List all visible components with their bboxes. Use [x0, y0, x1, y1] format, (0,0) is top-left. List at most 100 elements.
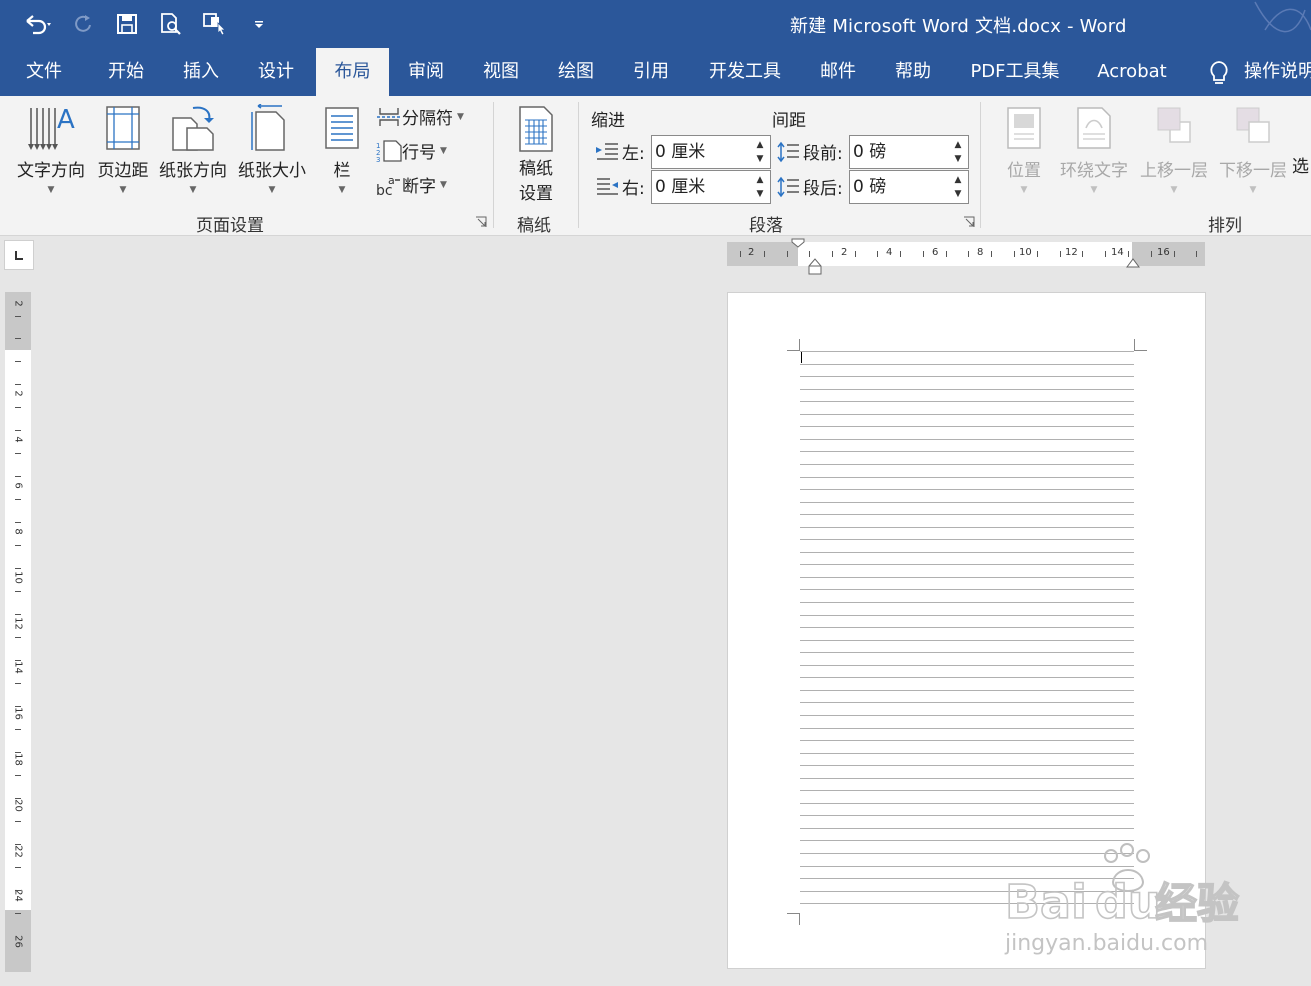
tab-home[interactable]: 开始 — [90, 48, 162, 96]
ruler-label: 2 — [841, 247, 848, 258]
chevron-down-icon: ▼ — [119, 185, 127, 195]
hanging-indent-marker-icon[interactable] — [808, 257, 822, 275]
breaks-button[interactable]: 分隔符 ▼ — [376, 104, 464, 129]
ruled-line — [800, 815, 1134, 817]
spinner-arrows-icon[interactable]: ▲ ▼ — [754, 173, 766, 201]
tab-acrobat[interactable]: Acrobat — [1090, 48, 1174, 96]
title-bar: 新建 Microsoft Word 文档.docx - Word — [0, 0, 1311, 48]
bring-forward-button[interactable]: 上移一层 ▼ — [1136, 104, 1212, 195]
selection-pane-button[interactable]: 选 — [1292, 148, 1311, 177]
manuscript-setup-button[interactable]: 稿纸 设置 — [506, 104, 566, 204]
ruler-label: 8 — [12, 528, 24, 535]
tab-pdf-tools[interactable]: PDF工具集 — [964, 48, 1066, 96]
ruled-line — [800, 351, 1134, 352]
ruled-line — [800, 514, 1134, 516]
redo-button[interactable] — [66, 10, 100, 38]
ruler-label: 6 — [932, 247, 939, 258]
spacing-after-input[interactable]: 0 磅 ▲ ▼ — [849, 170, 969, 204]
chevron-down-icon: ▼ — [189, 185, 197, 195]
hyphenation-button[interactable]: bc a 断字 ▼ — [376, 172, 447, 198]
breaks-label: 分隔符 — [402, 109, 453, 129]
indent-left-input[interactable]: 0 厘米 ▲ ▼ — [651, 135, 771, 169]
tab-selector[interactable] — [4, 240, 34, 270]
tab-design[interactable]: 设计 — [240, 48, 312, 96]
size-button[interactable]: 纸张大小 ▼ — [232, 104, 312, 195]
wrap-text-icon — [1077, 107, 1111, 149]
ruled-line — [800, 790, 1134, 792]
ruled-line — [800, 752, 1134, 754]
tab-file[interactable]: 文件 — [8, 48, 80, 96]
ruler-label: 16 — [1157, 247, 1170, 258]
group-separator — [493, 102, 494, 228]
chevron-down-icon: ▼ — [1020, 185, 1028, 195]
paragraph-group-label: 段落 — [749, 216, 783, 236]
chevron-down-icon: ▼ — [47, 185, 55, 195]
spinner-arrows-icon[interactable]: ▲ ▼ — [754, 138, 766, 166]
position-icon — [1007, 107, 1041, 149]
line-numbers-button[interactable]: 1 2 3 行号 ▼ — [376, 138, 447, 163]
dialog-launcher-icon[interactable] — [963, 216, 975, 228]
dialog-launcher-icon[interactable] — [475, 216, 487, 228]
orientation-icon — [172, 106, 214, 151]
print-preview-button[interactable] — [154, 10, 188, 38]
margins-button[interactable]: 页边距 ▼ — [92, 104, 154, 195]
ruler-label: 12 — [1065, 247, 1078, 258]
vertical-ruler[interactable]: 2 2 4 6 8 10 12 14 16 18 20 22 24 26 — [5, 292, 31, 972]
indent-right-input[interactable]: 0 厘米 ▲ ▼ — [651, 170, 771, 204]
tab-review[interactable]: 审阅 — [390, 48, 462, 96]
arrange-group-label: 排列 — [1208, 216, 1242, 236]
chevron-down-icon: ▼ — [268, 185, 276, 195]
orientation-button[interactable]: 纸张方向 ▼ — [154, 104, 232, 195]
customize-qat-button[interactable] — [242, 10, 276, 38]
tab-references[interactable]: 引用 — [615, 48, 687, 96]
spacing-after-row: 段后: — [776, 174, 843, 199]
watermark-brand-2: du — [1095, 875, 1161, 929]
manuscript-paper-icon — [519, 106, 553, 152]
send-backward-button[interactable]: 下移一层 ▼ — [1214, 104, 1292, 195]
tell-me-search[interactable]: 操作说明 — [1244, 48, 1311, 96]
spinner-arrows-icon[interactable]: ▲ ▼ — [952, 173, 964, 201]
ruled-line — [800, 802, 1134, 804]
spacing-after-label: 段后: — [803, 179, 843, 199]
tab-draw[interactable]: 绘图 — [540, 48, 612, 96]
line-numbers-icon: 1 2 3 — [376, 139, 402, 162]
indent-right-icon — [597, 177, 618, 195]
tab-view[interactable]: 视图 — [465, 48, 537, 96]
spacing-before-input[interactable]: 0 磅 ▲ ▼ — [849, 135, 969, 169]
ruler-label: 26 — [12, 935, 24, 948]
ruled-line — [800, 740, 1134, 742]
margins-label: 页边距 — [97, 161, 149, 181]
tab-insert[interactable]: 插入 — [165, 48, 237, 96]
position-button[interactable]: 位置 ▼ — [1000, 104, 1048, 195]
svg-text:A: A — [57, 105, 75, 135]
tab-developer[interactable]: 开发工具 — [700, 48, 790, 96]
ruler-label: 10 — [1019, 247, 1032, 258]
ruler-label: 2 — [12, 300, 24, 307]
hyphenation-label: 断字 — [402, 177, 436, 197]
window-title: 新建 Microsoft Word 文档.docx - Word — [790, 16, 1127, 37]
tab-layout[interactable]: 布局 — [316, 48, 389, 96]
save-button[interactable] — [110, 10, 144, 38]
touch-mode-button[interactable] — [198, 10, 232, 38]
ruler-label: 14 — [1111, 247, 1124, 258]
columns-button[interactable]: 栏 ▼ — [320, 104, 364, 195]
ruled-line — [800, 388, 1134, 390]
undo-button[interactable] — [22, 10, 56, 38]
indent-title: 缩进 — [591, 111, 625, 131]
text-direction-button[interactable]: A 文字方向 ▼ — [12, 104, 90, 195]
hyphenation-icon: bc a — [376, 174, 400, 196]
indent-right-row: 右: — [595, 174, 645, 199]
ruled-line — [800, 827, 1134, 829]
right-indent-marker-icon[interactable] — [1126, 257, 1140, 269]
ruled-line — [800, 677, 1134, 679]
tab-mailings[interactable]: 邮件 — [805, 48, 871, 96]
decorative-swirl-icon — [1254, 1, 1311, 33]
bring-forward-icon — [1157, 107, 1191, 143]
ruled-line — [800, 702, 1134, 704]
wrap-text-button[interactable]: 环绕文字 ▼ — [1055, 104, 1133, 195]
tab-help[interactable]: 帮助 — [880, 48, 946, 96]
manuscript-group-label: 稿纸 — [517, 216, 551, 236]
baidu-jingyan-watermark: Bai du 经验 jingyan.baidu.com — [1004, 843, 1240, 956]
first-line-indent-marker-icon[interactable] — [791, 238, 805, 248]
spinner-arrows-icon[interactable]: ▲ ▼ — [952, 138, 964, 166]
